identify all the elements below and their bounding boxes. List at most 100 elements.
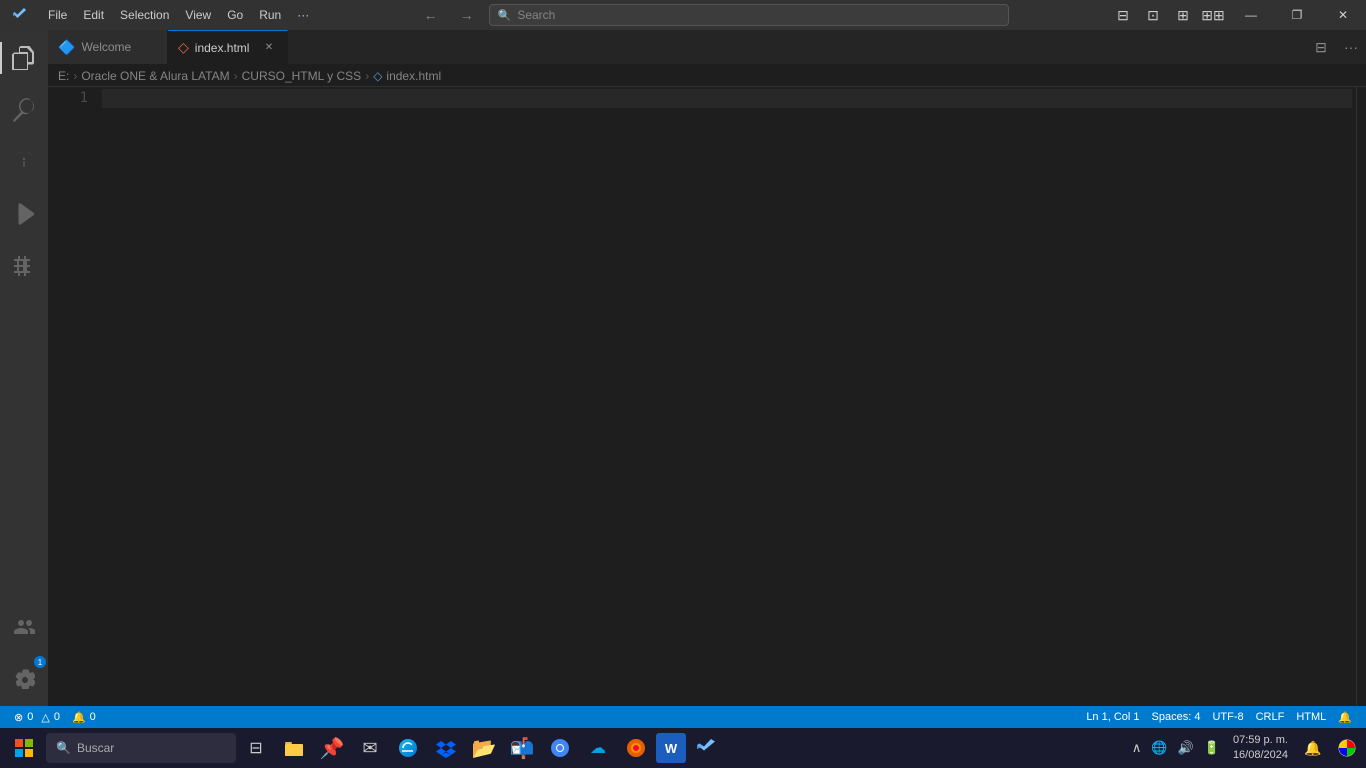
taskbar-salesforce[interactable]: ☁ — [580, 730, 616, 766]
error-icon: ⊗ — [14, 711, 23, 724]
line-number-1: 1 — [48, 89, 88, 108]
tabs-actions: ⊟ ··· — [1306, 30, 1366, 64]
close-button[interactable]: ✕ — [1320, 0, 1366, 30]
tab-index-html[interactable]: ◇ index.html ✕ — [168, 30, 288, 64]
clock-time: 07:59 p. m. — [1233, 733, 1288, 748]
taskbar-windows-mail[interactable]: 📬 — [504, 730, 540, 766]
cursor-line — [102, 89, 1352, 108]
activity-account-icon[interactable] — [0, 602, 48, 650]
menu-run[interactable]: Run — [251, 0, 289, 30]
command-palette-search[interactable]: 🔍 Search — [489, 4, 1009, 26]
menu-selection[interactable]: Selection — [112, 0, 177, 30]
breadcrumb-drive[interactable]: E: — [58, 69, 69, 83]
taskbar-notification-bell[interactable]: 🔔 — [1298, 730, 1328, 766]
menu-edit[interactable]: Edit — [75, 0, 112, 30]
taskbar-dropbox[interactable] — [428, 730, 464, 766]
editor-text-area[interactable] — [98, 87, 1356, 706]
customize-layout-button[interactable]: ⊞⊞ — [1198, 0, 1228, 30]
menu-go[interactable]: Go — [219, 0, 251, 30]
activity-source-control-icon[interactable] — [0, 138, 48, 186]
status-encoding[interactable]: UTF-8 — [1206, 706, 1249, 728]
nav-forward-button[interactable]: → — [453, 4, 481, 26]
warning-count: 0 — [54, 711, 60, 723]
status-info[interactable]: 🔔 0 — [66, 706, 102, 728]
activity-bottom: 1 — [0, 602, 48, 702]
editor-content: 1 — [48, 87, 1366, 706]
taskbar-task-view[interactable]: ⊟ — [238, 730, 274, 766]
status-errors[interactable]: ⊗ 0 △ 0 — [8, 706, 66, 728]
titlebar-controls: ⊟ ⊡ ⊞ ⊞⊞ — ❐ ✕ — [1108, 0, 1366, 30]
breadcrumb-oracle[interactable]: Oracle ONE & Alura LATAM — [81, 69, 229, 83]
warning-icon: △ — [41, 711, 49, 724]
tab-index-html-close[interactable]: ✕ — [261, 40, 277, 56]
taskbar-color-picker[interactable] — [1332, 730, 1362, 766]
activity-bar: 1 — [0, 30, 48, 706]
taskbar-chrome[interactable] — [542, 730, 578, 766]
activity-settings-icon[interactable]: 1 — [0, 654, 48, 702]
split-editor-button[interactable]: ⊟ — [1306, 30, 1336, 65]
activity-search-icon[interactable] — [0, 86, 48, 134]
sys-tray-battery[interactable]: 🔋 — [1201, 740, 1223, 756]
status-bar: ⊗ 0 △ 0 🔔 0 Ln 1, Col 1 Spaces: 4 UTF-8 … — [0, 706, 1366, 728]
sys-tray-up-arrow[interactable]: ∧ — [1129, 740, 1145, 756]
taskbar: 🔍 Buscar ⊟ 📌 ✉ — [0, 728, 1366, 768]
sys-tray-volume[interactable]: 🔊 — [1175, 740, 1197, 756]
line-numbers: 1 — [48, 87, 98, 706]
minimize-button[interactable]: — — [1228, 0, 1274, 30]
clock-date: 16/08/2024 — [1233, 748, 1288, 763]
welcome-tab-icon: 🔷 — [58, 39, 75, 56]
sys-tray-network[interactable]: 🌐 — [1148, 740, 1170, 756]
taskbar-sticky-notes[interactable]: 📌 — [314, 730, 350, 766]
taskbar-search-placeholder: Buscar — [77, 741, 114, 755]
status-bell[interactable]: 🔔 — [1332, 706, 1358, 728]
status-line-ending[interactable]: CRLF — [1250, 706, 1291, 728]
menu-file[interactable]: File — [40, 0, 75, 30]
breadcrumb-file-icon: ◇ — [373, 69, 382, 83]
breadcrumb-curso[interactable]: CURSO_HTML y CSS — [242, 69, 362, 83]
editor-area: 🔷 Welcome ◇ index.html ✕ ⊟ ··· E: › Orac… — [48, 30, 1366, 706]
status-language[interactable]: HTML — [1290, 706, 1332, 728]
info-icon: 🔔 — [72, 711, 86, 724]
search-icon: 🔍 — [498, 9, 512, 22]
maximize-button[interactable]: ❐ — [1274, 0, 1320, 30]
clock[interactable]: 07:59 p. m. 16/08/2024 — [1227, 733, 1294, 764]
taskbar-edge[interactable] — [390, 730, 426, 766]
settings-badge: 1 — [34, 656, 46, 668]
toggle-panel-button[interactable]: ⊡ — [1138, 0, 1168, 30]
titlebar-center: ← → 🔍 Search — [317, 4, 1108, 26]
taskbar-word[interactable]: W — [656, 733, 686, 763]
tabs-bar: 🔷 Welcome ◇ index.html ✕ ⊟ ··· — [48, 30, 1366, 65]
taskbar-mail[interactable]: ✉ — [352, 730, 388, 766]
activity-explorer-icon[interactable] — [0, 34, 48, 82]
breadcrumb: E: › Oracle ONE & Alura LATAM › CURSO_HT… — [48, 65, 1366, 87]
status-spaces[interactable]: Spaces: 4 — [1146, 706, 1207, 728]
titlebar: File Edit Selection View Go Run ··· ← → … — [0, 0, 1366, 30]
taskbar-right: ∧ 🌐 🔊 🔋 07:59 p. m. 16/08/2024 🔔 — [1129, 730, 1362, 766]
tab-index-html-label: index.html — [195, 41, 255, 55]
menu-more[interactable]: ··· — [289, 0, 317, 30]
html-tab-icon: ◇ — [178, 39, 189, 56]
status-cursor-position[interactable]: Ln 1, Col 1 — [1080, 706, 1145, 728]
menu-view[interactable]: View — [177, 0, 219, 30]
search-placeholder: Search — [517, 8, 555, 22]
info-count: 0 — [90, 711, 96, 723]
scrollbar-vertical[interactable] — [1356, 87, 1366, 706]
nav-back-button[interactable]: ← — [417, 4, 445, 26]
taskbar-search-bar[interactable]: 🔍 Buscar — [46, 733, 236, 763]
more-actions-button[interactable]: ··· — [1336, 30, 1366, 65]
tab-welcome[interactable]: 🔷 Welcome — [48, 30, 168, 64]
taskbar-search-icon: 🔍 — [56, 741, 71, 755]
toggle-primary-sidebar-button[interactable]: ⊟ — [1108, 0, 1138, 30]
main-area: 1 🔷 Welcome ◇ index.html ✕ ⊟ ··· E: › — [0, 30, 1366, 706]
activity-extensions-icon[interactable] — [0, 242, 48, 290]
titlebar-menu: File Edit Selection View Go Run ··· — [0, 0, 317, 30]
toggle-secondary-sidebar-button[interactable]: ⊞ — [1168, 0, 1198, 30]
taskbar-file-explorer[interactable] — [276, 730, 312, 766]
taskbar-vscode[interactable] — [688, 730, 724, 766]
taskbar-firefox[interactable] — [618, 730, 654, 766]
tab-welcome-label: Welcome — [81, 40, 157, 54]
taskbar-folder[interactable]: 📂 — [466, 730, 502, 766]
start-button[interactable] — [4, 731, 44, 765]
activity-run-debug-icon[interactable] — [0, 190, 48, 238]
breadcrumb-file[interactable]: index.html — [386, 69, 441, 83]
